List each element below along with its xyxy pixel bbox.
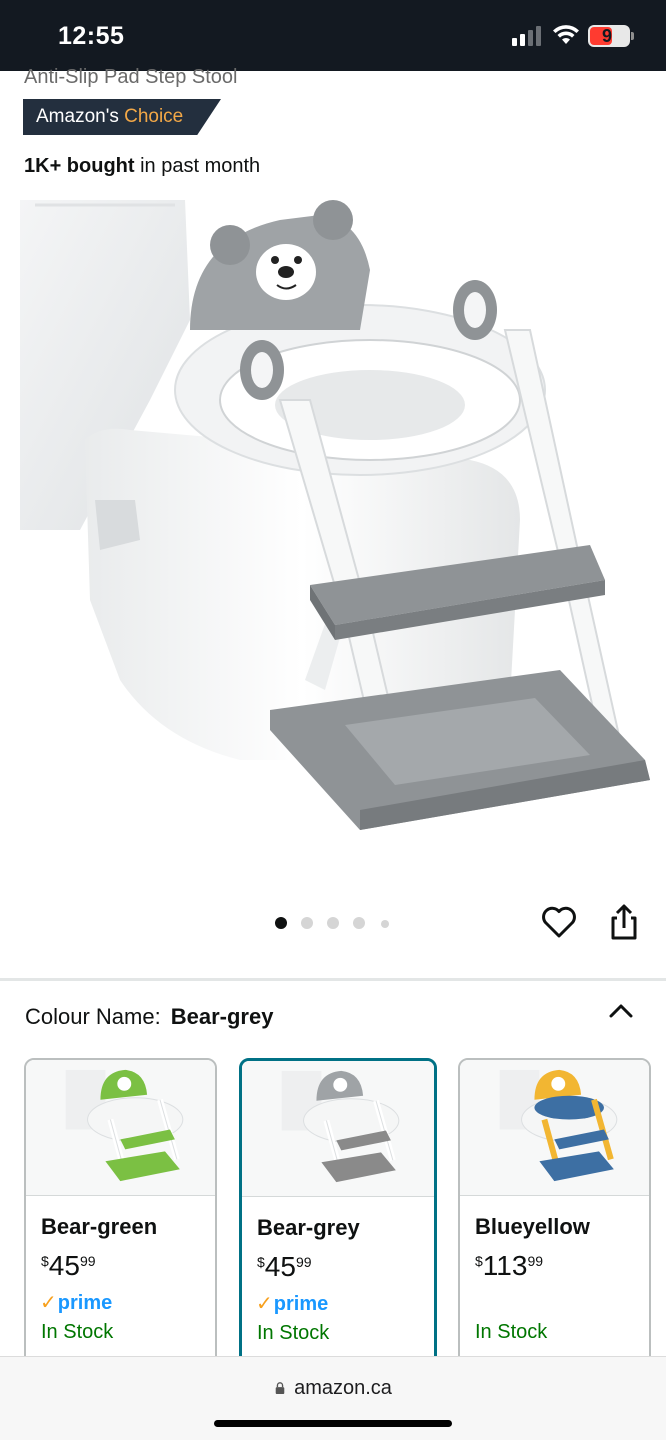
badge-prefix: Amazon's <box>36 106 119 127</box>
colour-option-blueyellow[interactable]: Blueyellow $11399 In Stock <box>458 1058 651 1378</box>
price-fraction: 99 <box>79 1253 96 1269</box>
prime-badge: ✓prime <box>40 1290 112 1315</box>
cellular-signal-icon <box>512 26 542 46</box>
colour-name-row: Colour Name: Bear-grey <box>25 1004 273 1030</box>
lock-icon <box>275 1382 285 1394</box>
stock-status: In Stock <box>41 1321 114 1343</box>
carousel-dot-1[interactable] <box>275 917 287 929</box>
variant-name: Bear-grey <box>257 1215 360 1240</box>
carousel-dots[interactable] <box>275 917 395 929</box>
prime-label: prime <box>57 1292 113 1314</box>
carousel-dot-4[interactable] <box>353 917 365 929</box>
variant-price: $4599 <box>41 1250 96 1282</box>
price-whole: 45 <box>264 1251 296 1282</box>
price-currency: $ <box>475 1253 483 1269</box>
stock-status: In Stock <box>475 1321 548 1343</box>
variant-thumbnail-blueyellow <box>460 1060 649 1196</box>
product-subtitle: Anti-Slip Pad Step Stool <box>24 66 238 88</box>
section-divider <box>0 978 666 981</box>
carousel-dot-3[interactable] <box>327 917 339 929</box>
potty-training-seat-image[interactable] <box>0 200 666 860</box>
colour-option-bear-grey[interactable]: Bear-grey $4599 ✓prime In Stock <box>239 1058 437 1378</box>
variant-thumbnail-bear-green <box>26 1060 215 1196</box>
colour-name-label: Colour Name: <box>25 1004 161 1029</box>
bought-count-rest: in past month <box>140 155 261 177</box>
badge-accent: Choice <box>124 106 184 127</box>
battery-tip <box>631 32 634 40</box>
price-fraction: 99 <box>295 1254 312 1270</box>
prime-check-icon: ✓ <box>40 1292 57 1314</box>
status-time: 12:55 <box>58 22 125 50</box>
battery-level: 9 <box>601 26 612 46</box>
battery-icon: 9 <box>588 25 630 47</box>
price-whole: 113 <box>482 1250 528 1281</box>
url-text[interactable]: amazon.ca <box>294 1377 392 1399</box>
price-fraction: 99 <box>527 1253 544 1269</box>
status-bar: 12:55 9 <box>0 0 666 71</box>
prime-label: prime <box>273 1293 329 1315</box>
bought-count: 1K+ bought in past month <box>24 155 260 178</box>
variant-price: $4599 <box>257 1251 312 1283</box>
share-icon[interactable] <box>605 902 643 942</box>
variant-name: Bear-green <box>41 1214 158 1239</box>
variant-price: $11399 <box>475 1250 543 1282</box>
heart-icon[interactable] <box>540 903 578 941</box>
stock-status: In Stock <box>257 1322 330 1344</box>
colour-option-bear-green[interactable]: Bear-green $4599 ✓prime In Stock <box>24 1058 217 1378</box>
prime-check-icon: ✓ <box>256 1293 273 1315</box>
price-currency: $ <box>41 1253 49 1269</box>
price-currency: $ <box>257 1254 265 1270</box>
variant-thumbnail-bear-grey <box>242 1061 434 1197</box>
chevron-up-icon[interactable] <box>606 998 636 1024</box>
carousel-dot-2[interactable] <box>301 917 313 929</box>
wifi-icon <box>553 25 579 44</box>
browser-url-bar[interactable]: amazon.ca <box>0 1356 666 1440</box>
price-whole: 45 <box>48 1250 80 1281</box>
home-indicator[interactable] <box>214 1420 452 1427</box>
amazons-choice-badge[interactable]: Amazon's Choice <box>23 99 221 135</box>
variant-name: Blueyellow <box>475 1214 590 1239</box>
colour-name-value: Bear-grey <box>170 1004 274 1029</box>
bought-count-bold: 1K+ bought <box>24 155 135 177</box>
prime-badge: ✓prime <box>256 1291 328 1316</box>
carousel-dot-5[interactable] <box>381 920 389 928</box>
